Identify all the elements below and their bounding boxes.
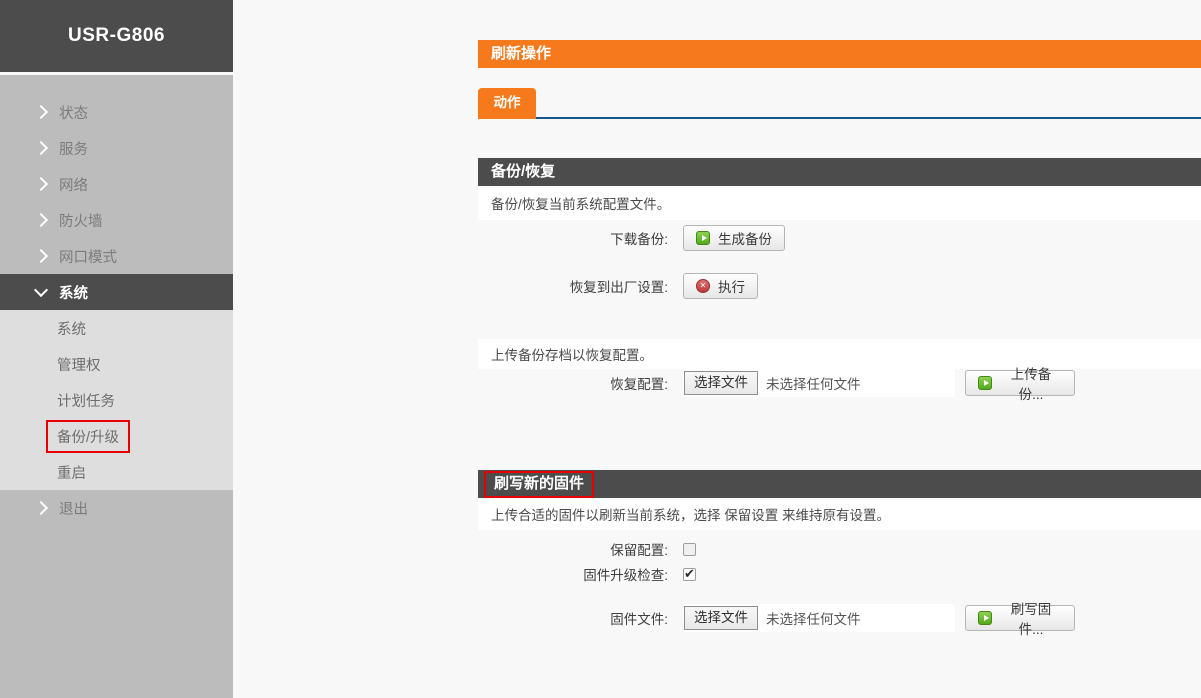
flash-firmware-section-header: 刷写新的固件 xyxy=(478,470,1201,498)
chevron-right-icon xyxy=(34,501,48,515)
perform-reset-button[interactable]: ✕ 执行 xyxy=(683,273,758,299)
sidebar-item-services[interactable]: 服务 xyxy=(0,130,233,166)
page-title: 刷新操作 xyxy=(478,40,1201,68)
sidebar-item-port-mode[interactable]: 网口模式 xyxy=(0,238,233,274)
sidebar-item-system[interactable]: 系统 xyxy=(0,274,233,310)
choose-file-button[interactable]: 选择文件 xyxy=(684,606,758,630)
upgrade-check-row: 固件升级检查: xyxy=(478,566,1201,582)
button-label: 生成备份 xyxy=(718,228,772,248)
play-icon xyxy=(978,611,992,625)
sidebar-subitem-system[interactable]: 系统 xyxy=(0,310,233,346)
backup-restore-section-header: 备份/恢复 xyxy=(478,158,1201,186)
button-label: 刷写固件... xyxy=(1000,598,1062,638)
sidebar: USR-G806 状态 服务 网络 防火墙 网口模式 系统 系 xyxy=(0,0,233,698)
sidebar-subitem-label: 系统 xyxy=(57,318,86,339)
factory-reset-row: 恢复到出厂设置: ✕ 执行 xyxy=(478,273,1201,299)
sidebar-subitem-scheduled-tasks[interactable]: 计划任务 xyxy=(0,382,233,418)
sidebar-menu: 状态 服务 网络 防火墙 网口模式 系统 系统 管理权 xyxy=(0,75,233,698)
keep-config-label: 保留配置: xyxy=(478,539,668,559)
main-content: 刷新操作 动作 备份/恢复 备份/恢复当前系统配置文件。 下载备份: 生成备份 … xyxy=(478,0,1201,698)
sidebar-subitem-administration[interactable]: 管理权 xyxy=(0,346,233,382)
restore-config-row: 恢复配置: 选择文件 未选择任何文件 上传备份... xyxy=(478,369,1201,397)
upgrade-check-label: 固件升级检查: xyxy=(478,564,668,584)
button-label: 执行 xyxy=(718,276,745,296)
highlighted-subitem-label: 备份/升级 xyxy=(46,420,130,453)
button-label: 上传备份... xyxy=(1000,363,1062,403)
sidebar-item-label: 退出 xyxy=(59,498,88,519)
chevron-right-icon xyxy=(34,177,48,191)
sidebar-item-network[interactable]: 网络 xyxy=(0,166,233,202)
chevron-right-icon xyxy=(34,213,48,227)
chevron-right-icon xyxy=(34,105,48,119)
keep-config-row: 保留配置: xyxy=(478,541,1201,557)
play-icon xyxy=(696,231,710,245)
choose-file-button[interactable]: 选择文件 xyxy=(684,371,758,395)
flash-firmware-button[interactable]: 刷写固件... xyxy=(965,605,1075,631)
no-file-selected-text: 未选择任何文件 xyxy=(766,608,861,628)
firmware-file-row: 固件文件: 选择文件 未选择任何文件 刷写固件... xyxy=(478,604,1201,632)
restore-config-label: 恢复配置: xyxy=(478,373,668,393)
generate-backup-button[interactable]: 生成备份 xyxy=(683,225,785,251)
download-backup-label: 下载备份: xyxy=(478,228,668,248)
device-title: USR-G806 xyxy=(0,0,233,72)
sidebar-subitem-label: 管理权 xyxy=(57,354,101,375)
tab-bar: 动作 xyxy=(478,88,1201,119)
upload-backup-note: 上传备份存档以恢复配置。 xyxy=(478,339,1201,369)
tab-actions[interactable]: 动作 xyxy=(478,88,536,119)
upgrade-check-checkbox[interactable] xyxy=(683,568,696,581)
firmware-file-label: 固件文件: xyxy=(478,608,668,628)
play-icon xyxy=(978,376,992,390)
restore-file-input[interactable]: 选择文件 未选择任何文件 xyxy=(683,369,955,397)
cancel-icon: ✕ xyxy=(696,279,710,293)
download-backup-row: 下载备份: 生成备份 xyxy=(478,225,1201,251)
flash-firmware-description: 上传合适的固件以刷新当前系统，选择 保留设置 来维持原有设置。 xyxy=(478,498,1201,530)
sidebar-subitem-backup-upgrade[interactable]: 备份/升级 xyxy=(0,418,233,454)
no-file-selected-text: 未选择任何文件 xyxy=(766,373,861,393)
sidebar-item-label: 防火墙 xyxy=(59,210,103,231)
firmware-file-input[interactable]: 选择文件 未选择任何文件 xyxy=(683,604,955,632)
sidebar-spacer xyxy=(0,75,233,94)
sidebar-item-firewall[interactable]: 防火墙 xyxy=(0,202,233,238)
sidebar-item-label: 状态 xyxy=(59,102,88,123)
sidebar-item-logout[interactable]: 退出 xyxy=(0,490,233,526)
chevron-right-icon xyxy=(34,249,48,263)
upload-backup-button[interactable]: 上传备份... xyxy=(965,370,1075,396)
system-submenu: 系统 管理权 计划任务 备份/升级 重启 xyxy=(0,310,233,490)
chevron-down-icon xyxy=(34,283,48,297)
factory-reset-label: 恢复到出厂设置: xyxy=(478,276,668,296)
sidebar-subitem-reboot[interactable]: 重启 xyxy=(0,454,233,490)
sidebar-subitem-label: 计划任务 xyxy=(57,390,115,411)
sidebar-item-label: 网络 xyxy=(59,174,88,195)
chevron-right-icon xyxy=(34,141,48,155)
keep-config-checkbox[interactable] xyxy=(683,543,696,556)
sidebar-item-status[interactable]: 状态 xyxy=(0,94,233,130)
sidebar-item-label: 服务 xyxy=(59,138,88,159)
sidebar-item-label: 网口模式 xyxy=(59,246,117,267)
section-title: 备份/恢复 xyxy=(491,158,555,186)
backup-restore-description: 备份/恢复当前系统配置文件。 xyxy=(478,186,1201,220)
highlighted-section-title: 刷写新的固件 xyxy=(484,471,594,498)
sidebar-subitem-label: 重启 xyxy=(57,462,86,483)
sidebar-item-label: 系统 xyxy=(59,282,88,303)
